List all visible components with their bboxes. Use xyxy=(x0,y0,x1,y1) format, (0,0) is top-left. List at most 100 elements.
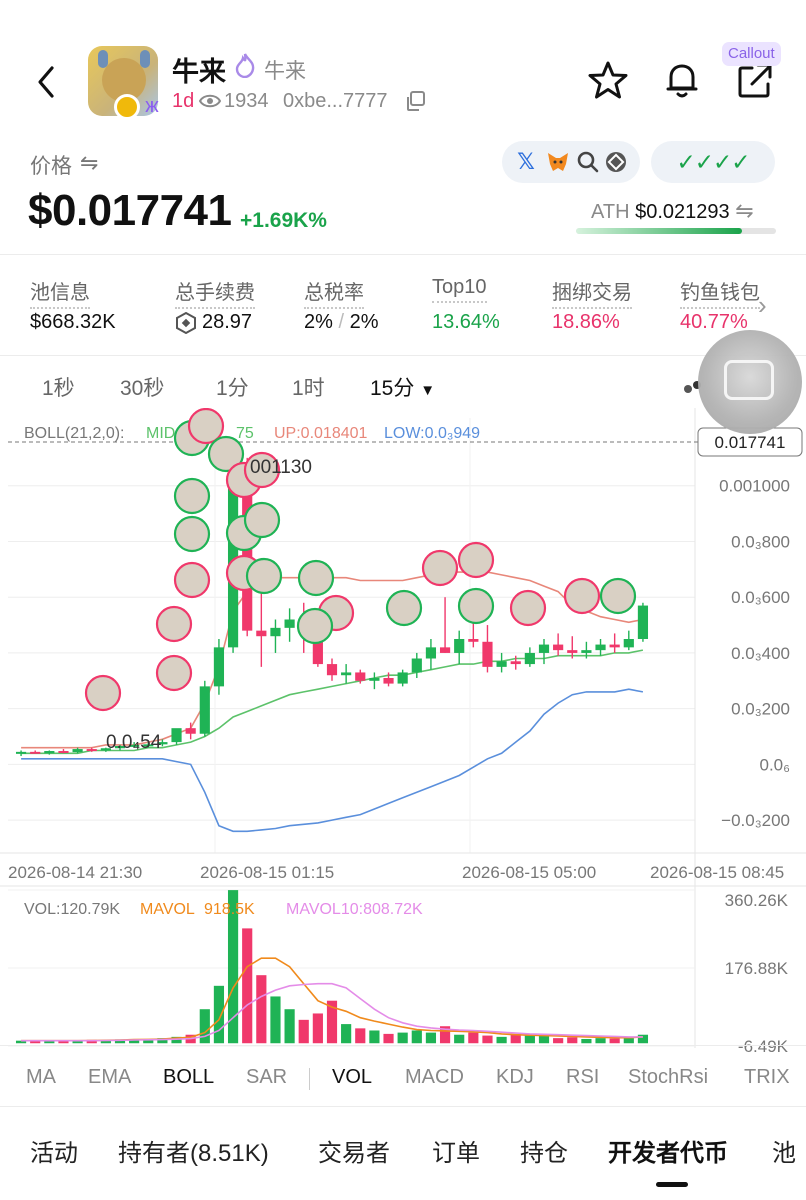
candle[interactable] xyxy=(270,627,281,637)
ath-swap-icon[interactable]: ⇋ xyxy=(735,198,753,223)
phishing-wallet-label[interactable]: 钓鱼钱包 xyxy=(680,276,760,309)
trader-avatar[interactable] xyxy=(457,587,495,625)
candle[interactable] xyxy=(510,661,521,665)
candle[interactable] xyxy=(595,644,606,651)
star-icon[interactable] xyxy=(588,60,628,100)
x-twitter-icon[interactable]: 𝕏 xyxy=(514,150,538,174)
candle[interactable] xyxy=(439,647,451,653)
candle[interactable] xyxy=(425,647,437,659)
bscscan-icon[interactable] xyxy=(604,150,628,174)
trader-avatar[interactable] xyxy=(599,577,637,615)
callout-badge[interactable]: Callout xyxy=(722,42,781,66)
candle[interactable] xyxy=(284,619,295,628)
candle[interactable] xyxy=(524,652,535,665)
candle[interactable] xyxy=(637,605,649,639)
candle[interactable] xyxy=(482,641,493,667)
back-arrow-icon[interactable] xyxy=(30,62,66,102)
candle[interactable] xyxy=(553,644,564,651)
indicator-ma[interactable]: MA xyxy=(26,1066,56,1089)
trader-avatar[interactable] xyxy=(155,605,193,643)
candle[interactable] xyxy=(213,647,225,687)
candle[interactable] xyxy=(15,751,27,754)
trader-avatar[interactable] xyxy=(421,549,459,587)
candle[interactable] xyxy=(581,650,592,653)
trader-avatar[interactable] xyxy=(509,589,547,627)
trader-avatar[interactable] xyxy=(173,561,211,599)
trader-avatar[interactable] xyxy=(173,515,211,553)
trader-avatar[interactable] xyxy=(385,589,423,627)
candle[interactable] xyxy=(58,751,69,754)
candle[interactable] xyxy=(171,728,182,743)
indicator-stochrsi[interactable]: StochRsi xyxy=(628,1066,708,1089)
indicator-sar[interactable]: SAR xyxy=(246,1066,287,1089)
candle[interactable] xyxy=(567,650,578,653)
candle[interactable] xyxy=(199,686,210,734)
candle[interactable] xyxy=(383,678,394,684)
tab-holders[interactable]: 持有者(8.51K) xyxy=(118,1133,269,1168)
candle[interactable] xyxy=(454,639,465,653)
trader-avatar[interactable] xyxy=(243,501,281,539)
candle[interactable] xyxy=(609,644,620,648)
trader-avatar[interactable] xyxy=(245,557,283,595)
tab-traders[interactable]: 交易者 xyxy=(318,1133,390,1168)
candle[interactable] xyxy=(326,664,338,676)
trader-avatar[interactable] xyxy=(297,559,335,597)
indicator-vol[interactable]: VOL xyxy=(332,1066,372,1089)
bundle-trade-label[interactable]: 捆绑交易 xyxy=(552,276,632,309)
price-label: 价格 xyxy=(30,155,72,178)
trader-avatar[interactable] xyxy=(457,541,495,579)
top10-label[interactable]: Top10 xyxy=(432,276,487,303)
total-tax-label[interactable]: 总税率 xyxy=(304,276,364,309)
candle[interactable] xyxy=(623,639,634,648)
indicator-boll[interactable]: BOLL xyxy=(163,1066,214,1089)
candle[interactable] xyxy=(256,630,267,637)
trader-avatar[interactable] xyxy=(84,674,122,712)
candle[interactable] xyxy=(86,749,97,752)
price-chart[interactable]: 0.001000 0.0₃800 0.0₃600 0.0₃400 0.0₃200 0.0₆… xyxy=(0,408,806,1060)
indicator-macd[interactable]: MACD xyxy=(405,1066,464,1089)
candle[interactable] xyxy=(355,672,366,681)
candle[interactable] xyxy=(397,672,408,684)
security-checks[interactable]: ✓✓✓✓ xyxy=(651,141,775,183)
candle[interactable] xyxy=(411,658,422,673)
search-icon[interactable] xyxy=(576,150,600,174)
candle[interactable] xyxy=(468,639,479,642)
trader-avatar[interactable] xyxy=(563,577,601,615)
tab-positions[interactable]: 持仓 xyxy=(520,1133,568,1168)
tab-pool[interactable]: 池 xyxy=(772,1133,796,1168)
interval-30s[interactable]: 30秒 xyxy=(120,372,164,402)
swap-currency-icon[interactable]: ⇋ xyxy=(80,150,98,176)
interval-15m[interactable]: 15分 ▼ xyxy=(370,372,435,402)
candle[interactable] xyxy=(538,644,550,653)
indicator-ema[interactable]: EMA xyxy=(88,1066,131,1089)
interval-1m[interactable]: 1分 xyxy=(216,372,249,402)
indicator-rsi[interactable]: RSI xyxy=(566,1066,599,1089)
candle[interactable] xyxy=(72,749,83,753)
bell-icon[interactable] xyxy=(664,60,700,100)
copy-icon[interactable] xyxy=(404,90,426,112)
trader-avatar[interactable] xyxy=(155,654,193,692)
candle[interactable] xyxy=(369,678,380,681)
tab-dev-tokens[interactable]: 开发者代币 xyxy=(608,1133,728,1168)
candle[interactable] xyxy=(30,751,41,754)
candle[interactable] xyxy=(44,751,55,754)
trader-avatar[interactable] xyxy=(173,477,211,515)
trader-avatar[interactable] xyxy=(296,607,334,645)
x-tick-label: 2026-08-15 05:00 xyxy=(462,863,596,882)
interval-1s[interactable]: 1秒 xyxy=(42,372,75,402)
pool-info-label[interactable]: 池信息 xyxy=(30,276,90,309)
tab-orders[interactable]: 订单 xyxy=(432,1133,480,1168)
total-fees-label[interactable]: 总手续费 xyxy=(175,276,255,309)
candle[interactable] xyxy=(341,672,352,676)
tab-activity[interactable]: 活动 xyxy=(30,1133,78,1168)
indicator-trix[interactable]: TRIX xyxy=(744,1066,790,1089)
candle[interactable] xyxy=(185,728,196,734)
interval-1h[interactable]: 1时 xyxy=(292,372,325,402)
contract-address[interactable]: 0xbe...7777 xyxy=(283,90,388,113)
indicator-kdj[interactable]: KDJ xyxy=(496,1066,534,1089)
metamask-fox-icon[interactable] xyxy=(546,150,570,174)
chevron-right-icon[interactable]: › xyxy=(758,290,767,321)
share-external-icon[interactable] xyxy=(736,60,774,100)
floating-wallet-button[interactable] xyxy=(698,330,802,434)
candle[interactable] xyxy=(496,661,507,667)
